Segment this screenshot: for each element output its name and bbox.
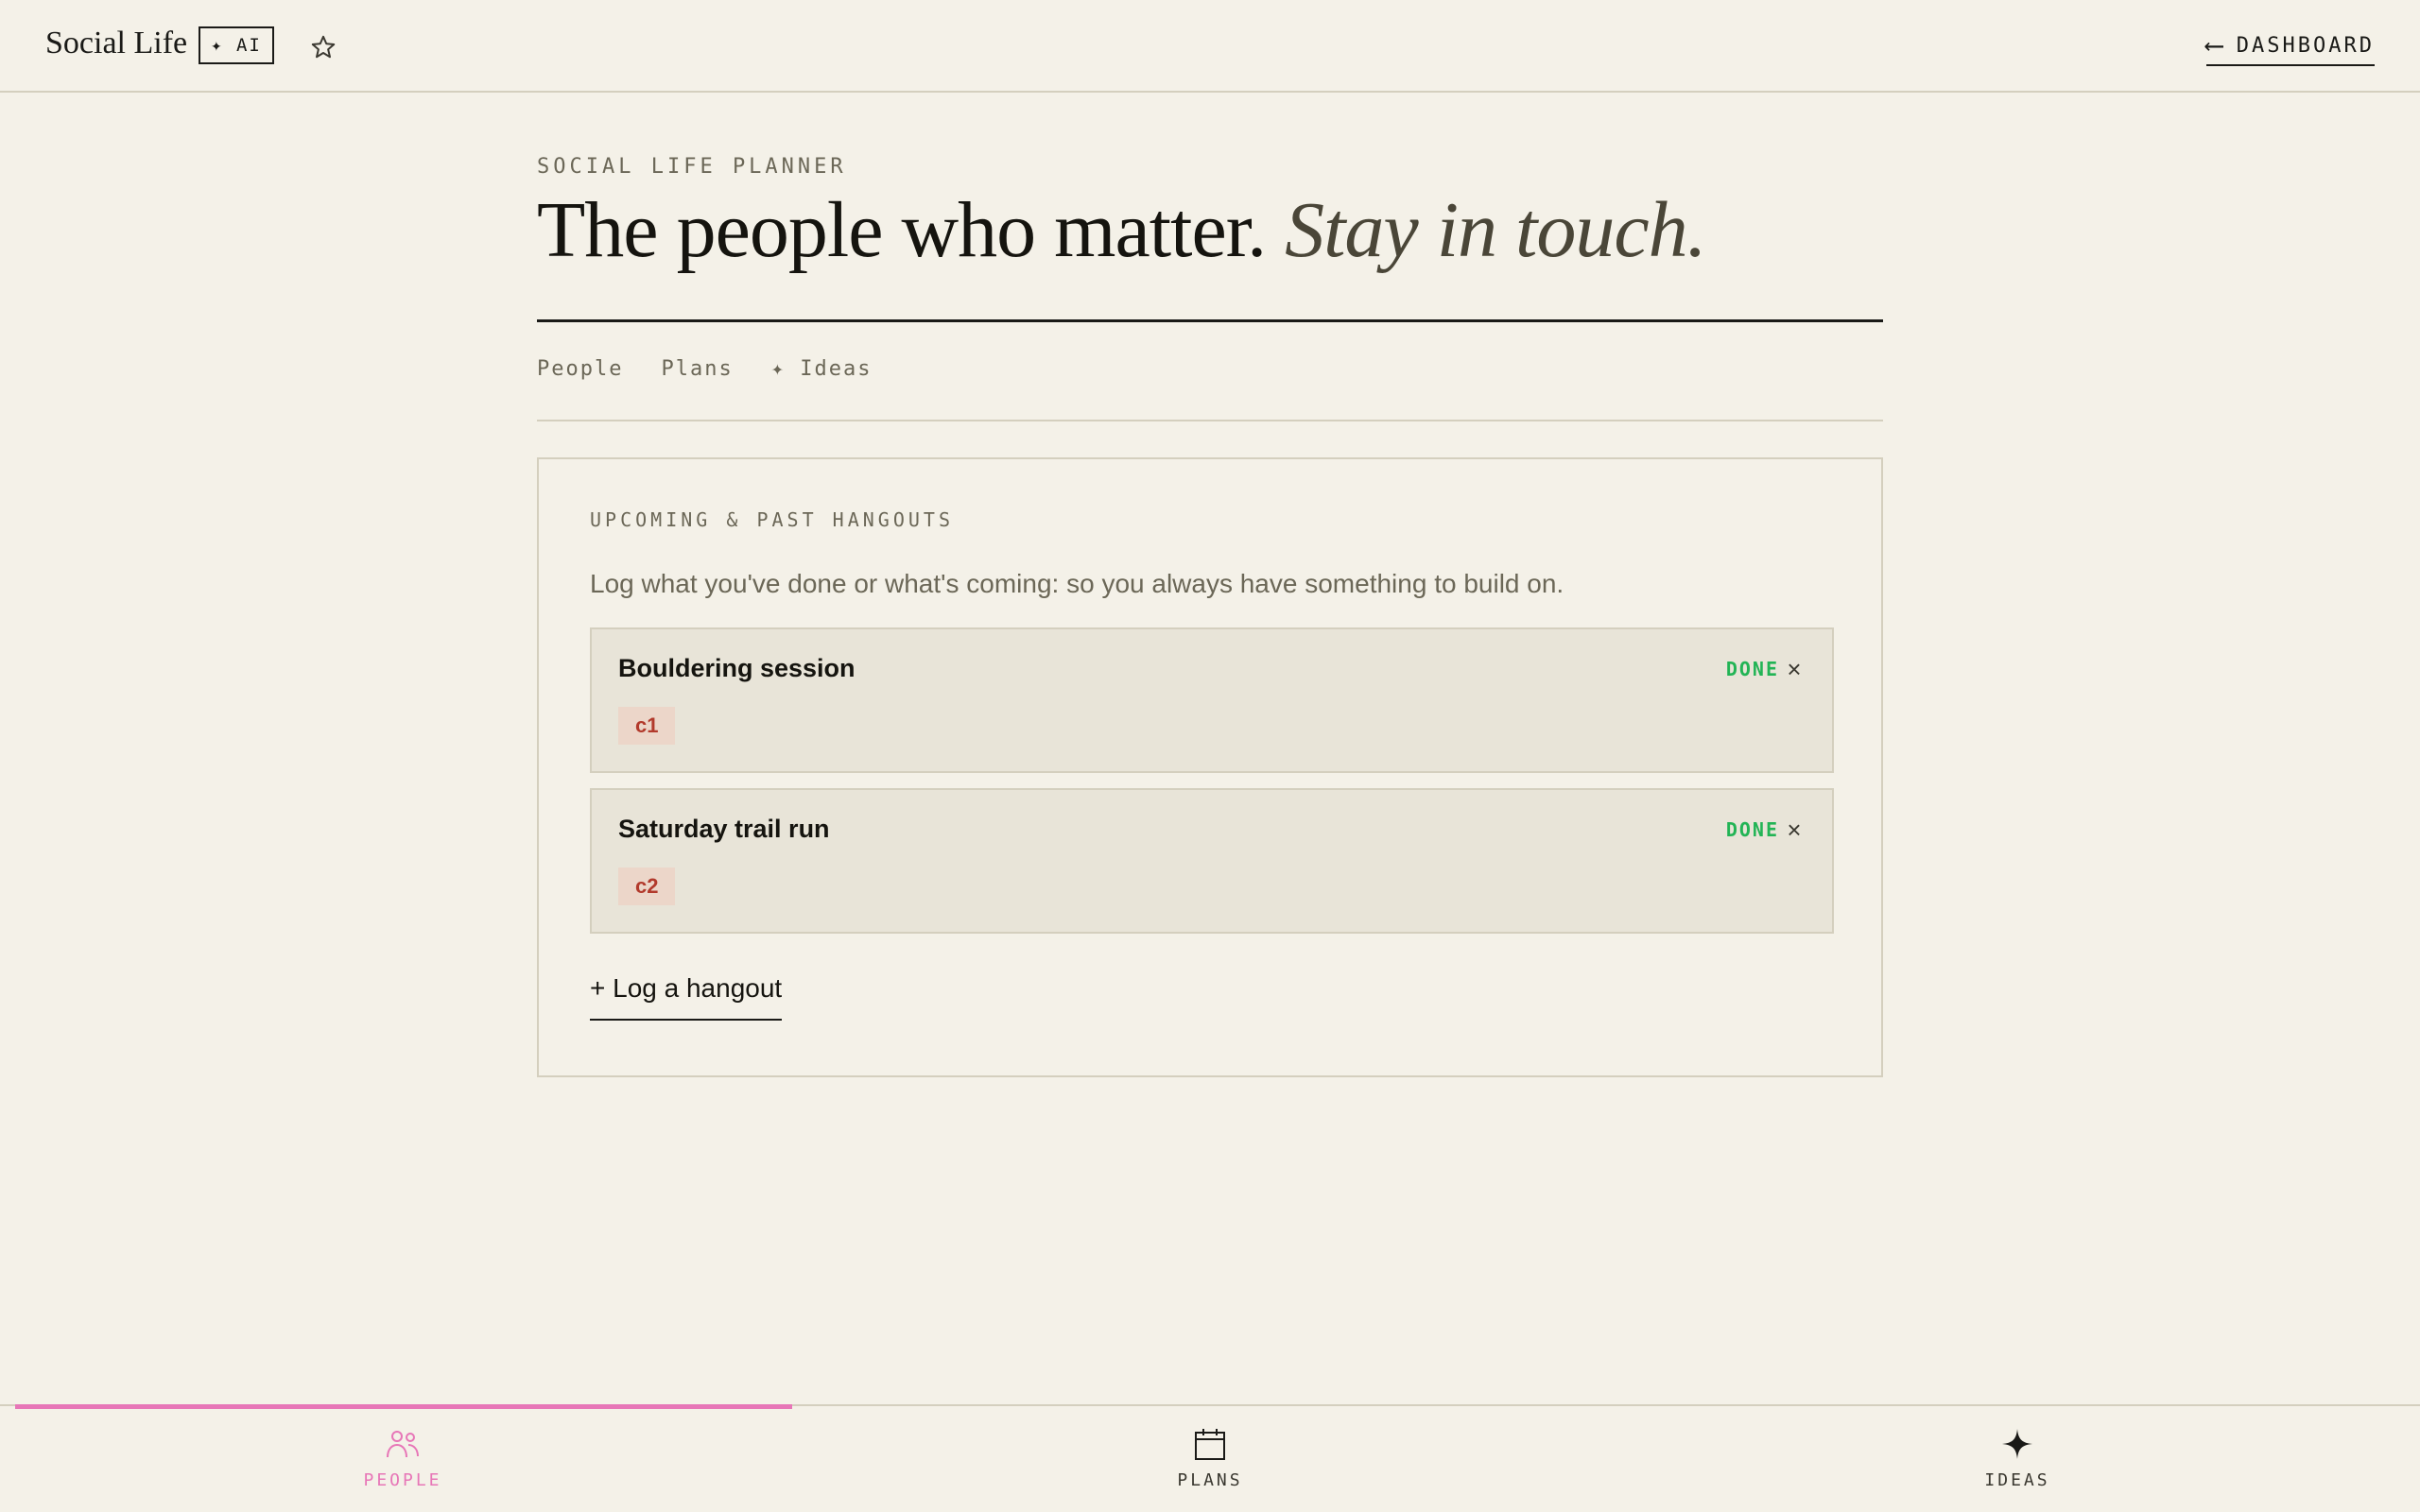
done-status[interactable]: DONE — [1726, 658, 1779, 680]
active-tab-indicator — [15, 1404, 792, 1409]
tabs-divider — [537, 420, 1883, 421]
hangout-title: Bouldering session — [618, 654, 856, 682]
top-bar: Social Life ✦ AI ⟵ DASHBOARD — [0, 0, 2420, 93]
nav-ideas-label: IDEAS — [1984, 1470, 2050, 1490]
close-icon[interactable]: × — [1781, 815, 1807, 845]
contact-tag[interactable]: c1 — [618, 707, 676, 745]
app-title[interactable]: Social Life — [45, 23, 187, 64]
page-title-main: The people who matter. — [537, 186, 1267, 274]
tab-people[interactable]: People — [537, 357, 623, 381]
nav-plans-label: PLANS — [1177, 1470, 1243, 1490]
tab-plans[interactable]: Plans — [661, 357, 733, 381]
card-description: Log what you've done or what's coming: s… — [590, 569, 1564, 598]
arrow-left-icon: ⟵ — [2205, 29, 2225, 60]
nav-people-label: PEOPLE — [363, 1470, 442, 1490]
contact-tag[interactable]: c2 — [618, 868, 676, 905]
page-title-italic: Stay in touch. — [1285, 186, 1707, 274]
sparkle-icon — [2002, 1429, 2032, 1459]
done-status[interactable]: DONE — [1726, 818, 1779, 841]
dashboard-link[interactable]: ⟵ DASHBOARD — [2205, 26, 2375, 66]
header-divider — [537, 319, 1883, 322]
calendar-icon — [1195, 1429, 1225, 1460]
nav-ideas[interactable]: IDEAS — [1923, 1425, 2112, 1501]
hangouts-card: UPCOMING & PAST HANGOUTS Log what you've… — [537, 457, 1883, 1077]
hangout-title: Saturday trail run — [618, 815, 830, 843]
card-eyebrow: UPCOMING & PAST HANGOUTS — [590, 508, 954, 531]
star-icon[interactable] — [306, 30, 340, 64]
tab-ideas[interactable]: ✦ Ideas — [771, 357, 873, 381]
people-icon — [387, 1431, 419, 1458]
hangout-item[interactable]: Bouldering session c1 DONE × — [590, 627, 1834, 773]
bottom-nav: PEOPLE PLANS IDEAS — [0, 1404, 2420, 1512]
log-hangout-button[interactable]: + Log a hangout — [590, 973, 783, 1021]
nav-plans[interactable]: PLANS — [1115, 1425, 1305, 1501]
dashboard-label: DASHBOARD — [2236, 33, 2375, 58]
hangout-item[interactable]: Saturday trail run c2 DONE × — [590, 788, 1834, 934]
ai-badge[interactable]: ✦ AI — [199, 26, 274, 64]
section-tabs: People Plans ✦ Ideas — [537, 357, 872, 381]
page-eyebrow: SOCIAL LIFE PLANNER — [537, 155, 847, 179]
close-icon[interactable]: × — [1781, 654, 1807, 684]
page-title: The people who matter. Stay in touch. — [537, 183, 1860, 278]
nav-people[interactable]: PEOPLE — [308, 1425, 497, 1501]
